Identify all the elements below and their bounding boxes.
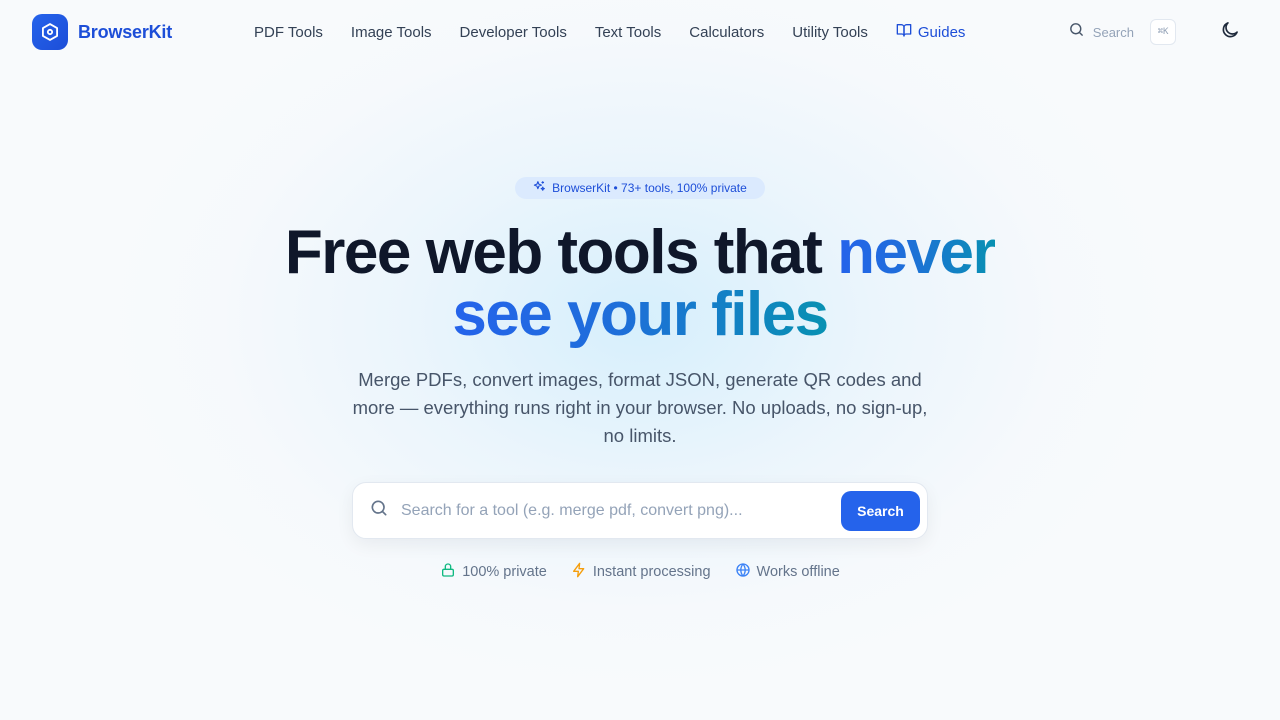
feature-private: 100% private: [440, 562, 547, 582]
feature-offline: Works offline: [735, 562, 840, 582]
headline-accent-text-2: see your files: [452, 280, 829, 349]
lightning-icon: [571, 562, 587, 582]
headline-accent-text-1: never: [837, 218, 996, 287]
hero-subtitle: Merge PDFs, convert images, format JSON,…: [352, 369, 928, 446]
globe-icon: [735, 562, 751, 582]
hero-badge-text: BrowserKit • 73+ tools, 100% private: [552, 181, 747, 195]
hero-section: BrowserKit • 73+ tools, 100% private Fre…: [0, 0, 1280, 720]
hero-badge: BrowserKit • 73+ tools, 100% private: [515, 177, 765, 199]
search-button[interactable]: Search: [841, 490, 920, 531]
feature-label: Instant processing: [592, 564, 711, 580]
feature-label: Works offline: [756, 564, 840, 580]
search-icon: [369, 498, 389, 523]
lock-icon: [440, 562, 456, 582]
page: BrowserKit PDF Tools Image Tools Develop…: [0, 0, 1280, 720]
feature-list: 100% private Instant processing Works of…: [0, 562, 1280, 582]
hero-headline: Free web tools that never see your files: [0, 222, 1280, 346]
sparkles-icon: [533, 180, 546, 196]
feature-label: 100% private: [462, 564, 547, 580]
hero-search-box: Search: [352, 482, 928, 539]
feature-instant: Instant processing: [571, 562, 711, 582]
tool-search-input[interactable]: [401, 501, 841, 520]
headline-dark-text: Free web tools that: [284, 218, 838, 287]
